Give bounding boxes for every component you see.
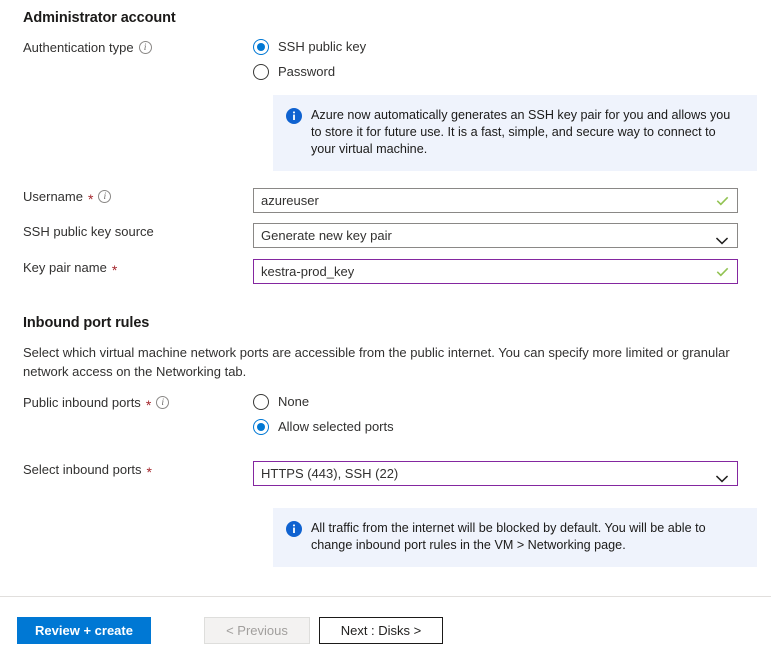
- inbound-port-rules-heading: Inbound port rules: [23, 315, 149, 331]
- radio-indicator-allow-selected[interactable]: [253, 419, 269, 435]
- select-inbound-ports-label: Select inbound ports *: [0, 461, 253, 478]
- traffic-info-banner: All traffic from the internet will be bl…: [273, 508, 757, 567]
- radio-indicator-password[interactable]: [253, 64, 269, 80]
- select-inbound-ports-value: HTTPS (443), SSH (22): [254, 466, 398, 481]
- inbound-section-title-text: Inbound port rules: [23, 315, 149, 331]
- inbound-description-text: Select which virtual machine network por…: [23, 343, 759, 381]
- key-pair-name-input-value: kestra-prod_key: [254, 264, 354, 279]
- info-icon[interactable]: i: [98, 190, 111, 203]
- traffic-info-banner-text: All traffic from the internet will be bl…: [311, 520, 743, 554]
- select-inbound-ports-dropdown[interactable]: HTTPS (443), SSH (22): [253, 461, 738, 486]
- username-required-mark: *: [88, 194, 93, 204]
- authentication-type-label: Authentication type i: [0, 39, 253, 56]
- ssh-public-key-source-value: Generate new key pair: [254, 228, 392, 243]
- public-inbound-ports-control: None Allow selected ports: [253, 394, 771, 435]
- radio-indicator-none[interactable]: [253, 394, 269, 410]
- wizard-footer: Review + create < Previous Next : Disks …: [0, 617, 443, 644]
- username-label: Username * i: [0, 188, 253, 205]
- radio-indicator-ssh[interactable]: [253, 39, 269, 55]
- key-pair-name-input[interactable]: kestra-prod_key: [253, 259, 738, 284]
- authentication-type-radio-group: SSH public key Password: [253, 39, 759, 80]
- public-inbound-ports-row: Public inbound ports * i None Allow sele…: [0, 394, 771, 435]
- select-inbound-ports-label-text: Select inbound ports: [23, 461, 142, 478]
- ssh-public-key-source-row: SSH public key source Generate new key p…: [0, 223, 771, 248]
- username-input[interactable]: azureuser: [253, 188, 738, 213]
- inbound-port-rules-description: Select which virtual machine network por…: [23, 343, 763, 381]
- radio-password[interactable]: Password: [253, 64, 759, 80]
- radio-label-none: None: [278, 394, 309, 410]
- authentication-type-control: SSH public key Password: [253, 39, 771, 80]
- public-inbound-ports-radio-group: None Allow selected ports: [253, 394, 759, 435]
- key-pair-name-control: kestra-prod_key: [253, 259, 771, 284]
- ssh-public-key-source-dropdown[interactable]: Generate new key pair: [253, 223, 738, 248]
- previous-button[interactable]: < Previous: [204, 617, 310, 644]
- select-inbound-ports-required-mark: *: [147, 467, 152, 477]
- ssh-public-key-source-control: Generate new key pair: [253, 223, 771, 248]
- radio-label-ssh: SSH public key: [278, 39, 366, 55]
- footer-divider: [0, 596, 771, 597]
- ssh-key-info-banner-text: Azure now automatically generates an SSH…: [311, 107, 743, 158]
- key-pair-name-row: Key pair name * kestra-prod_key: [0, 259, 771, 284]
- radio-allow-selected-ports[interactable]: Allow selected ports: [253, 419, 759, 435]
- ssh-public-key-source-label: SSH public key source: [0, 223, 253, 240]
- review-create-button[interactable]: Review + create: [17, 617, 151, 644]
- radio-label-allow-selected: Allow selected ports: [278, 419, 394, 435]
- username-row: Username * i azureuser: [0, 188, 771, 213]
- username-control: azureuser: [253, 188, 771, 213]
- public-inbound-ports-label: Public inbound ports * i: [0, 394, 253, 411]
- ssh-public-key-source-label-text: SSH public key source: [23, 223, 154, 240]
- username-input-value: azureuser: [254, 193, 319, 208]
- create-vm-form-page: Administrator account Authentication typ…: [0, 0, 771, 665]
- key-pair-name-label-text: Key pair name: [23, 259, 107, 276]
- ssh-key-info-banner: Azure now automatically generates an SSH…: [273, 95, 757, 171]
- checkmark-icon: [716, 194, 729, 207]
- radio-ssh-public-key[interactable]: SSH public key: [253, 39, 759, 55]
- authentication-type-label-text: Authentication type: [23, 39, 134, 56]
- select-inbound-ports-control: HTTPS (443), SSH (22): [253, 461, 771, 486]
- radio-none[interactable]: None: [253, 394, 759, 410]
- next-disks-button[interactable]: Next : Disks >: [319, 617, 443, 644]
- info-icon[interactable]: i: [156, 396, 169, 409]
- key-pair-name-required-mark: *: [112, 265, 117, 275]
- administrator-account-heading: Administrator account: [23, 10, 176, 26]
- authentication-type-row: Authentication type i SSH public key Pas…: [0, 39, 771, 80]
- info-filled-icon: [286, 108, 302, 124]
- public-inbound-ports-label-text: Public inbound ports: [23, 394, 141, 411]
- public-inbound-ports-required-mark: *: [146, 400, 151, 410]
- section-title-text: Administrator account: [23, 10, 176, 26]
- checkmark-icon: [716, 265, 729, 278]
- username-label-text: Username: [23, 188, 83, 205]
- select-inbound-ports-row: Select inbound ports * HTTPS (443), SSH …: [0, 461, 771, 486]
- key-pair-name-label: Key pair name *: [0, 259, 253, 276]
- chevron-down-icon[interactable]: [716, 470, 728, 478]
- info-filled-icon: [286, 521, 302, 537]
- radio-label-password: Password: [278, 64, 335, 80]
- chevron-down-icon[interactable]: [716, 232, 728, 240]
- info-icon[interactable]: i: [139, 41, 152, 54]
